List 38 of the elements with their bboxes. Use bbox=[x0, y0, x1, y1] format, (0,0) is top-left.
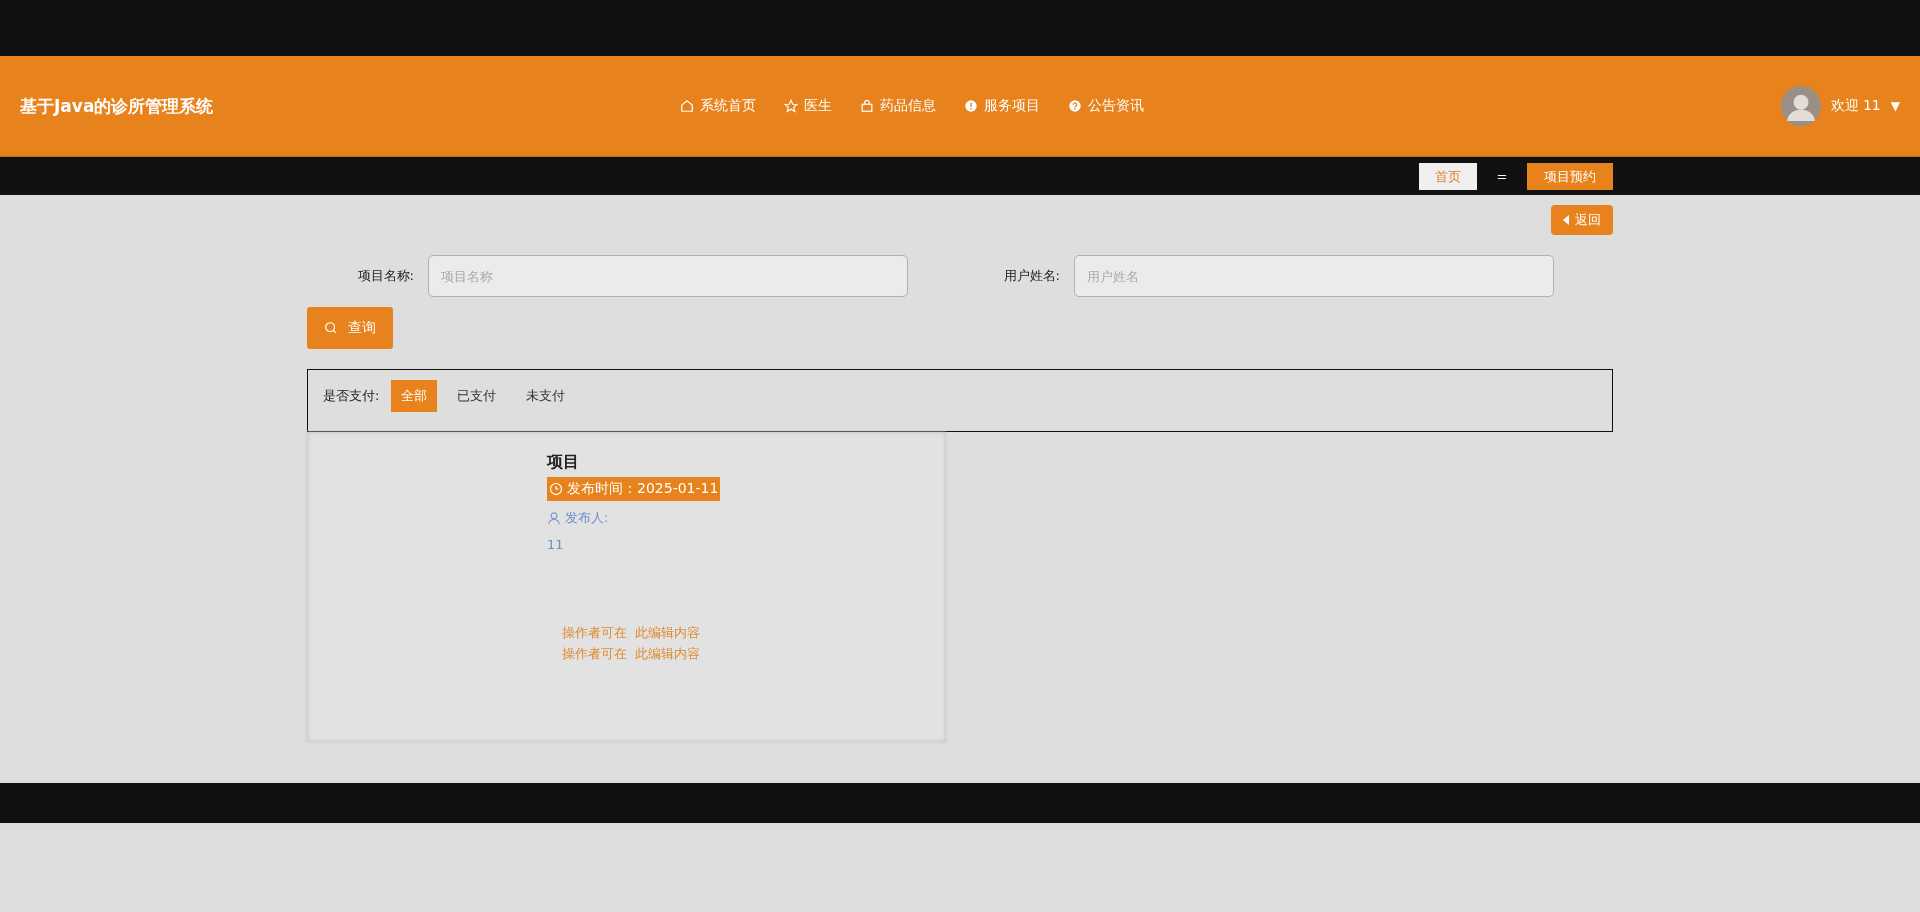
search-field[interactable]: 用户姓名 bbox=[1074, 255, 1554, 297]
breadcrumb-separator: = bbox=[1495, 167, 1509, 186]
help-icon bbox=[1068, 99, 1082, 113]
back-button[interactable]: 返回 bbox=[1551, 205, 1613, 235]
nav-link[interactable]: 公告资讯 bbox=[1068, 97, 1144, 115]
card-title: 项目 bbox=[547, 452, 580, 473]
field-label: 项目名称: bbox=[356, 267, 414, 285]
user-greeting[interactable]: 欢迎 11 bbox=[1830, 97, 1881, 115]
avatar[interactable] bbox=[1780, 86, 1821, 126]
nav-link[interactable]: 系统首页 bbox=[680, 97, 756, 115]
home-icon bbox=[680, 99, 694, 113]
author-name: 11 bbox=[547, 537, 565, 552]
breadcrumb-link[interactable]: 首页 bbox=[1419, 162, 1477, 190]
filter-option[interactable]: 全部 bbox=[391, 380, 438, 412]
nav-link[interactable]: 医生 bbox=[784, 97, 832, 115]
card-note: 操作者可在 此编辑内容 bbox=[562, 645, 702, 663]
search-icon bbox=[324, 321, 338, 335]
bag-icon bbox=[860, 99, 874, 113]
clock-icon bbox=[549, 482, 563, 496]
publish-time: 发布时间：2025-01-11 bbox=[547, 477, 721, 501]
search-button[interactable]: 查询 bbox=[307, 307, 393, 349]
filter-option[interactable]: 未支付 bbox=[516, 380, 576, 412]
filter-option[interactable]: 已支付 bbox=[447, 380, 507, 412]
site-title: 基于Java的诊所管理系统 bbox=[20, 94, 215, 118]
breadcrumb-current: 项目预约 bbox=[1527, 162, 1613, 190]
exclamation-icon bbox=[964, 99, 978, 113]
person-icon bbox=[547, 511, 561, 525]
filter-label: 是否支付: bbox=[323, 387, 380, 405]
nav-link[interactable]: 服务项目 bbox=[964, 97, 1040, 115]
caret-icon bbox=[1563, 215, 1569, 225]
search-field[interactable]: 项目名称 bbox=[428, 255, 908, 297]
author-label: 发布人: bbox=[547, 509, 946, 527]
field-label: 用户姓名: bbox=[1002, 267, 1060, 285]
project-card[interactable]: 项目 发布时间：2025-01-11 发布人: 11 操作者可在 此编辑内容 操作者可在 此编辑内容 bbox=[307, 432, 946, 742]
star-icon bbox=[784, 99, 798, 113]
card-note: 操作者可在 此编辑内容 bbox=[562, 624, 702, 642]
caret-icon[interactable]: ▼ bbox=[1890, 99, 1900, 113]
nav-link[interactable]: 药品信息 bbox=[860, 97, 936, 115]
